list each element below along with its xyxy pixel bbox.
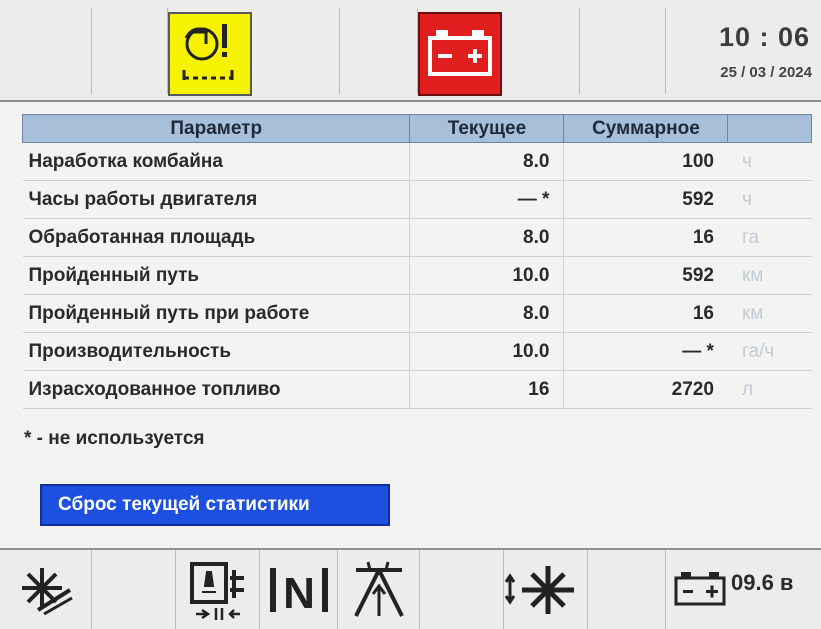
row-unit: л (727, 370, 812, 409)
row-total: 592 (563, 256, 728, 295)
column-header-parameter: Параметр (21, 114, 411, 143)
row-name: Наработка комбайна (22, 142, 411, 181)
row-total: 100 (563, 142, 728, 181)
row-unit: га (727, 218, 812, 257)
status-slot-5 (502, 8, 580, 94)
row-unit: ч (727, 180, 812, 219)
table-header-row: Параметр Текущее Суммарное (21, 114, 812, 143)
row-current: 10.0 (409, 256, 565, 295)
row-name: Часы работы двигателя (22, 180, 411, 219)
function-slot-6[interactable] (420, 550, 504, 629)
stats-screen: 10 : 06 25 / 03 / 2024 Параметр Текущее … (0, 0, 821, 629)
concave-gap-icon (190, 562, 244, 620)
reel-speed-icon (504, 566, 574, 614)
table-row: Пройденный путь 10.0 592 км (22, 256, 812, 295)
function-slot-8[interactable] (588, 550, 666, 629)
table-row: Обработанная площадь 8.0 16 га (22, 218, 812, 257)
row-current: — * (409, 180, 565, 219)
function-bar: N (0, 548, 821, 629)
row-name: Производительность (22, 332, 411, 371)
row-unit: ч (727, 142, 812, 181)
battery-alert-icon (418, 12, 502, 96)
function-slot-3[interactable] (176, 550, 260, 629)
status-slot-3 (256, 8, 340, 94)
function-slot-5[interactable] (338, 550, 420, 629)
row-total: 16 (563, 218, 728, 257)
statistics-table: Параметр Текущее Суммарное Наработка ком… (21, 114, 812, 409)
function-slot-2[interactable] (92, 550, 176, 629)
table-row: Пройденный путь при работе 8.0 16 км (22, 294, 812, 333)
row-current: 8.0 (409, 142, 565, 181)
row-current: 8.0 (409, 218, 565, 257)
row-name: Израсходованное топливо (22, 370, 411, 409)
row-total: 2720 (563, 370, 728, 409)
function-slot-1[interactable] (0, 550, 92, 629)
table-row: Часы работы двигателя — * 592 ч (22, 180, 812, 219)
row-unit: га/ч (727, 332, 812, 371)
clock-time: 10 : 06 (718, 22, 810, 52)
table-row: Производительность 10.0 — * га/ч (22, 332, 812, 371)
function-slot-4[interactable]: N (260, 550, 338, 629)
column-header-unit (727, 114, 812, 143)
status-slot-1 (0, 8, 92, 94)
row-unit: км (727, 256, 812, 295)
row-name: Пройденный путь при работе (22, 294, 411, 333)
row-total: — * (563, 332, 728, 371)
reset-statistics-button[interactable]: Сброс текущей статистики (40, 484, 390, 526)
function-slot-7[interactable] (504, 550, 588, 629)
row-unit: км (727, 294, 812, 333)
table-row: Израсходованное топливо 16 2720 л (22, 370, 812, 409)
status-slot-4 (340, 8, 418, 94)
row-current: 16 (409, 370, 565, 409)
neutral-gear-icon: N (270, 568, 328, 616)
column-header-current: Текущее (409, 114, 565, 143)
status-slot-2 (92, 8, 168, 94)
status-bar: 10 : 06 25 / 03 / 2024 (0, 0, 821, 102)
footnote: * - не используется (24, 428, 205, 449)
row-name: Обработанная площадь (22, 218, 411, 257)
row-name: Пройденный путь (22, 256, 411, 295)
header-raise-icon (354, 561, 404, 617)
row-total: 16 (563, 294, 728, 333)
table-row: Наработка комбайна 8.0 100 ч (22, 142, 812, 181)
battery-voltage: 09.6 в (731, 570, 794, 595)
fan-speed-icon (22, 568, 73, 616)
clock-date: 25 / 03 / 2024 (720, 64, 812, 81)
column-header-total: Суммарное (563, 114, 729, 143)
engine-warning-icon (168, 12, 252, 96)
row-current: 8.0 (409, 294, 565, 333)
row-current: 10.0 (409, 332, 565, 371)
row-total: 592 (563, 180, 728, 219)
battery-icon (674, 572, 726, 606)
svg-text:N: N (283, 569, 315, 616)
status-slot-6 (580, 8, 666, 94)
